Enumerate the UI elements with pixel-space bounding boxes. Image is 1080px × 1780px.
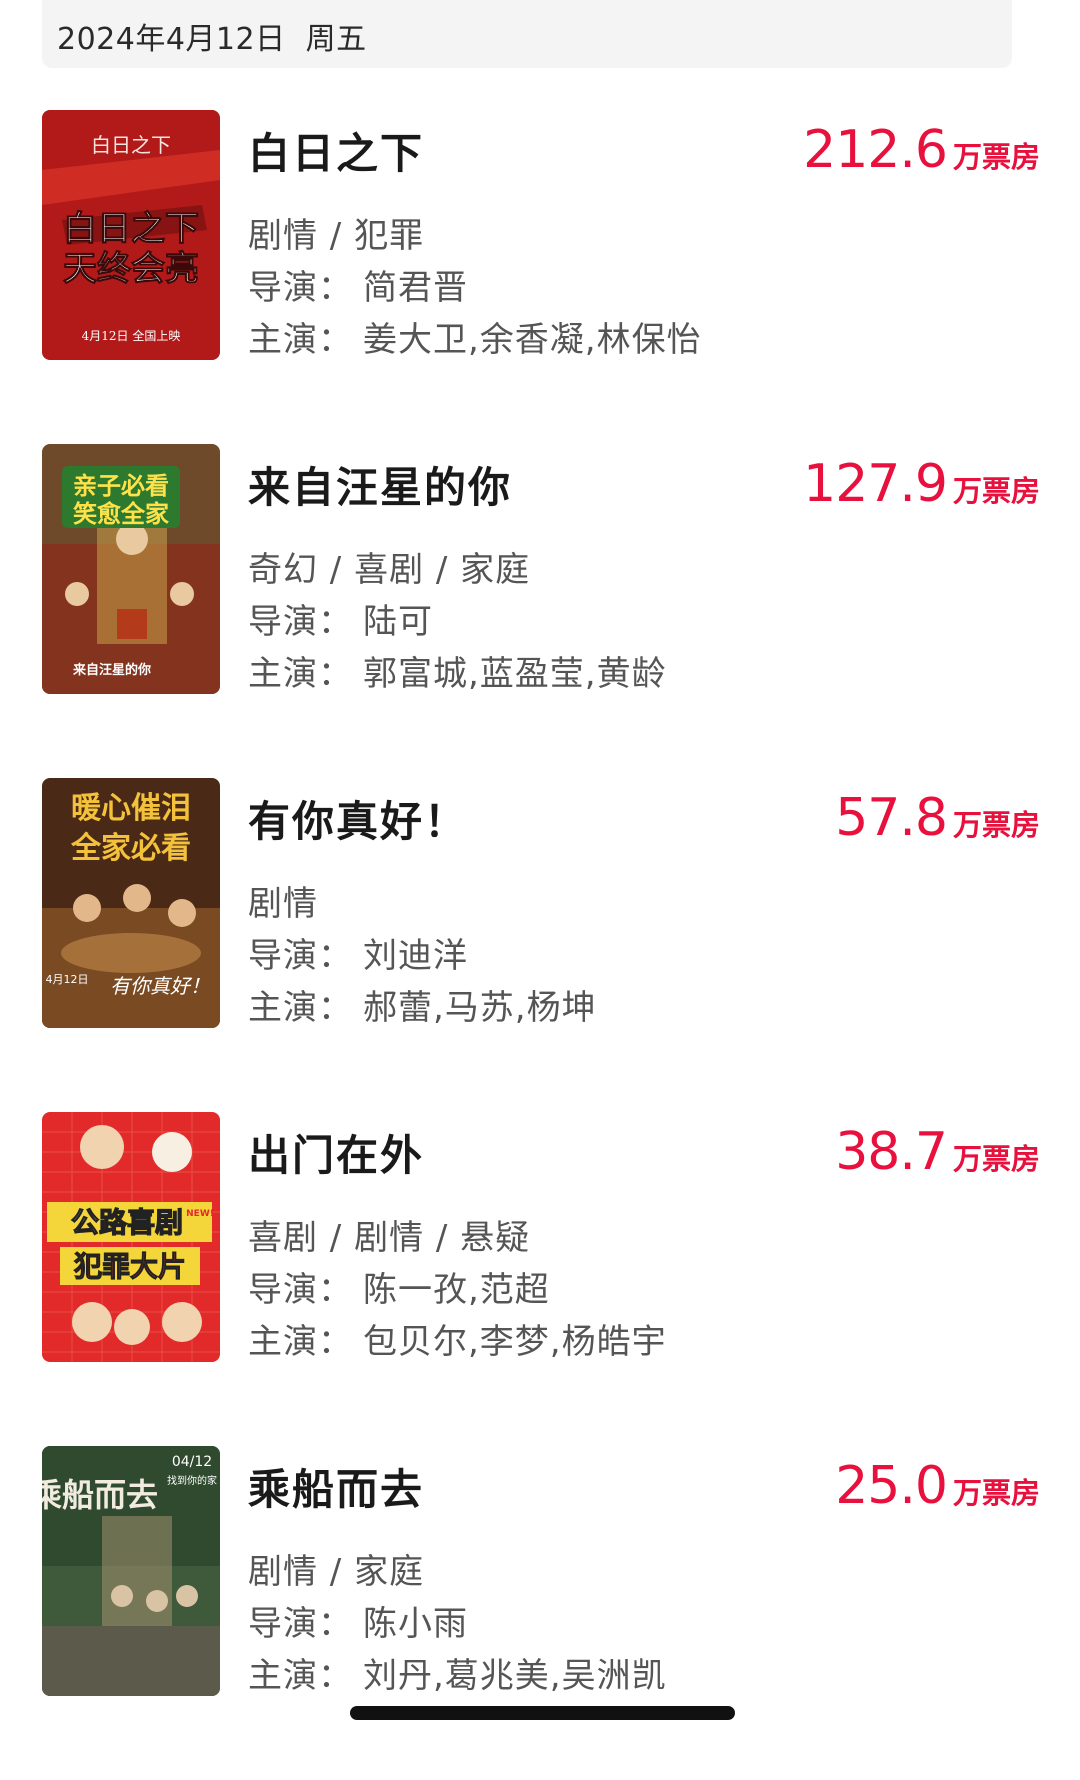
movie-poster[interactable]: 白日之下 白日之下 天终会亮 4月12日 全国上映 (42, 110, 220, 360)
cast-label: 主演： (248, 654, 353, 694)
movie-title[interactable]: 出门在外 (248, 1122, 424, 1183)
cast-label: 主演： (248, 1322, 353, 1362)
movie-title[interactable]: 乘船而去 (248, 1456, 424, 1517)
director-label: 导演： (248, 1604, 353, 1644)
movie-genres: 剧情 / 犯罪 (248, 216, 425, 256)
movie-item[interactable]: 白日之下 白日之下 天终会亮 4月12日 全国上映 白日之下 212.6 万票房 … (0, 110, 1080, 444)
movie-director: 导演： 陈一孜,范超 (248, 1262, 550, 1311)
poster-title-text: 乘船而去 (42, 1476, 158, 1514)
movie-poster[interactable]: 乘船而去 04/12 找到你的家 (42, 1446, 220, 1696)
director-value: 简君晋 (363, 268, 468, 308)
cast-value: 郭富城,蓝盈莹,黄龄 (363, 654, 667, 694)
poster-slogan-line2: 天终会亮 (63, 249, 199, 289)
box-office-value: 212.6 (803, 120, 948, 180)
box-office: 38.7 万票房 (835, 1122, 1040, 1182)
movie-genres: 剧情 (248, 884, 318, 924)
poster-slogan-line2: 犯罪大片 (73, 1250, 186, 1283)
box-office-unit: 万票房 (952, 474, 1040, 508)
box-office: 57.8 万票房 (835, 788, 1040, 848)
poster-title-text: 有你真好！ (110, 974, 210, 998)
movie-genres: 奇幻 / 喜剧 / 家庭 (248, 550, 531, 590)
box-office: 25.0 万票房 (835, 1456, 1040, 1516)
movie-poster[interactable]: 暖心催泪 全家必看 4月12日 有你真好！ (42, 778, 220, 1028)
home-indicator[interactable] (350, 1706, 735, 1720)
box-office-unit: 万票房 (952, 1142, 1040, 1176)
director-label: 导演： (248, 936, 353, 976)
movie-poster[interactable]: 公路喜剧 犯罪大片 NEW! (42, 1112, 220, 1362)
movie-director: 导演： 陆可 (248, 594, 433, 643)
poster-slogan-line1: 亲子必看 (73, 472, 169, 500)
box-office-value: 127.9 (803, 454, 948, 514)
box-office-unit: 万票房 (952, 1476, 1040, 1510)
movie-item[interactable]: 暖心催泪 全家必看 4月12日 有你真好！ 有你真好！ 57.8 万票房 剧情 导… (0, 778, 1080, 1112)
poster-date: 4月12日 (46, 973, 89, 986)
movie-director: 导演： 简君晋 (248, 260, 468, 309)
movie-cast: 主演： 包贝尔,李梦,杨皓宇 (248, 1314, 667, 1363)
cast-value: 姜大卫,余香凝,林保怡 (363, 320, 702, 360)
box-office-unit: 万票房 (952, 808, 1040, 842)
director-label: 导演： (248, 602, 353, 642)
movie-cast: 主演： 郭富城,蓝盈莹,黄龄 (248, 646, 667, 695)
movie-genres: 剧情 / 家庭 (248, 1552, 425, 1592)
date-header: 2024年4月12日 周五 (42, 0, 1012, 68)
movie-genres: 喜剧 / 剧情 / 悬疑 (248, 1218, 531, 1258)
cast-label: 主演： (248, 988, 353, 1028)
poster-slogan-line2: 全家必看 (70, 831, 191, 866)
cast-value: 刘丹,葛兆美,吴洲凯 (363, 1656, 667, 1696)
cast-value: 包贝尔,李梦,杨皓宇 (363, 1322, 667, 1362)
director-value: 陈一孜,范超 (363, 1270, 550, 1310)
poster-release-text: 4月12日 全国上映 (82, 328, 181, 343)
director-value: 陆可 (363, 602, 433, 642)
movie-item[interactable]: 乘船而去 04/12 找到你的家 乘船而去 25.0 万票房 剧情 / 家庭 导演… (0, 1446, 1080, 1780)
movie-cast: 主演： 刘丹,葛兆美,吴洲凯 (248, 1648, 667, 1697)
box-office-value: 57.8 (835, 788, 948, 848)
movie-title[interactable]: 白日之下 (248, 120, 424, 181)
box-office: 212.6 万票房 (803, 120, 1040, 180)
poster-top-text: 白日之下 (91, 133, 171, 157)
movie-list: 白日之下 白日之下 天终会亮 4月12日 全国上映 白日之下 212.6 万票房 … (0, 110, 1080, 1780)
poster-slogan-line1: 公路喜剧 (71, 1206, 183, 1239)
movie-cast: 主演： 郝蕾,马苏,杨坤 (248, 980, 597, 1029)
director-label: 导演： (248, 268, 353, 308)
cast-label: 主演： (248, 320, 353, 360)
director-value: 陈小雨 (363, 1604, 468, 1644)
box-office-value: 38.7 (835, 1122, 948, 1182)
movie-poster[interactable]: 亲子必看 笑愈全家 来自汪星的你 (42, 444, 220, 694)
poster-slogan-line1: 暖心催泪 (71, 791, 191, 826)
movie-director: 导演： 刘迪洋 (248, 928, 468, 977)
director-value: 刘迪洋 (363, 936, 468, 976)
director-label: 导演： (248, 1270, 353, 1310)
cast-label: 主演： (248, 1656, 353, 1696)
box-office-unit: 万票房 (952, 140, 1040, 174)
poster-title-text: 来自汪星的你 (72, 662, 151, 678)
movie-cast: 主演： 姜大卫,余香凝,林保怡 (248, 312, 702, 361)
poster-slogan-line2: 笑愈全家 (73, 500, 169, 528)
poster-subtitle: 找到你的家 (167, 1474, 217, 1487)
poster-badge: NEW! (186, 1209, 214, 1219)
box-office: 127.9 万票房 (803, 454, 1040, 514)
movie-title[interactable]: 来自汪星的你 (248, 454, 512, 515)
movie-title[interactable]: 有你真好！ (248, 788, 468, 849)
movie-item[interactable]: 亲子必看 笑愈全家 来自汪星的你 来自汪星的你 127.9 万票房 奇幻 / 喜剧… (0, 444, 1080, 778)
box-office-value: 25.0 (835, 1456, 948, 1516)
movie-item[interactable]: 公路喜剧 犯罪大片 NEW! 出门在外 38.7 万票房 喜剧 / 剧情 / 悬疑… (0, 1112, 1080, 1446)
movie-director: 导演： 陈小雨 (248, 1596, 468, 1645)
cast-value: 郝蕾,马苏,杨坤 (363, 988, 597, 1028)
date-text: 2024年4月12日 周五 (57, 22, 367, 57)
poster-date: 04/12 (172, 1454, 212, 1470)
poster-slogan-line1: 白日之下 (63, 209, 199, 249)
